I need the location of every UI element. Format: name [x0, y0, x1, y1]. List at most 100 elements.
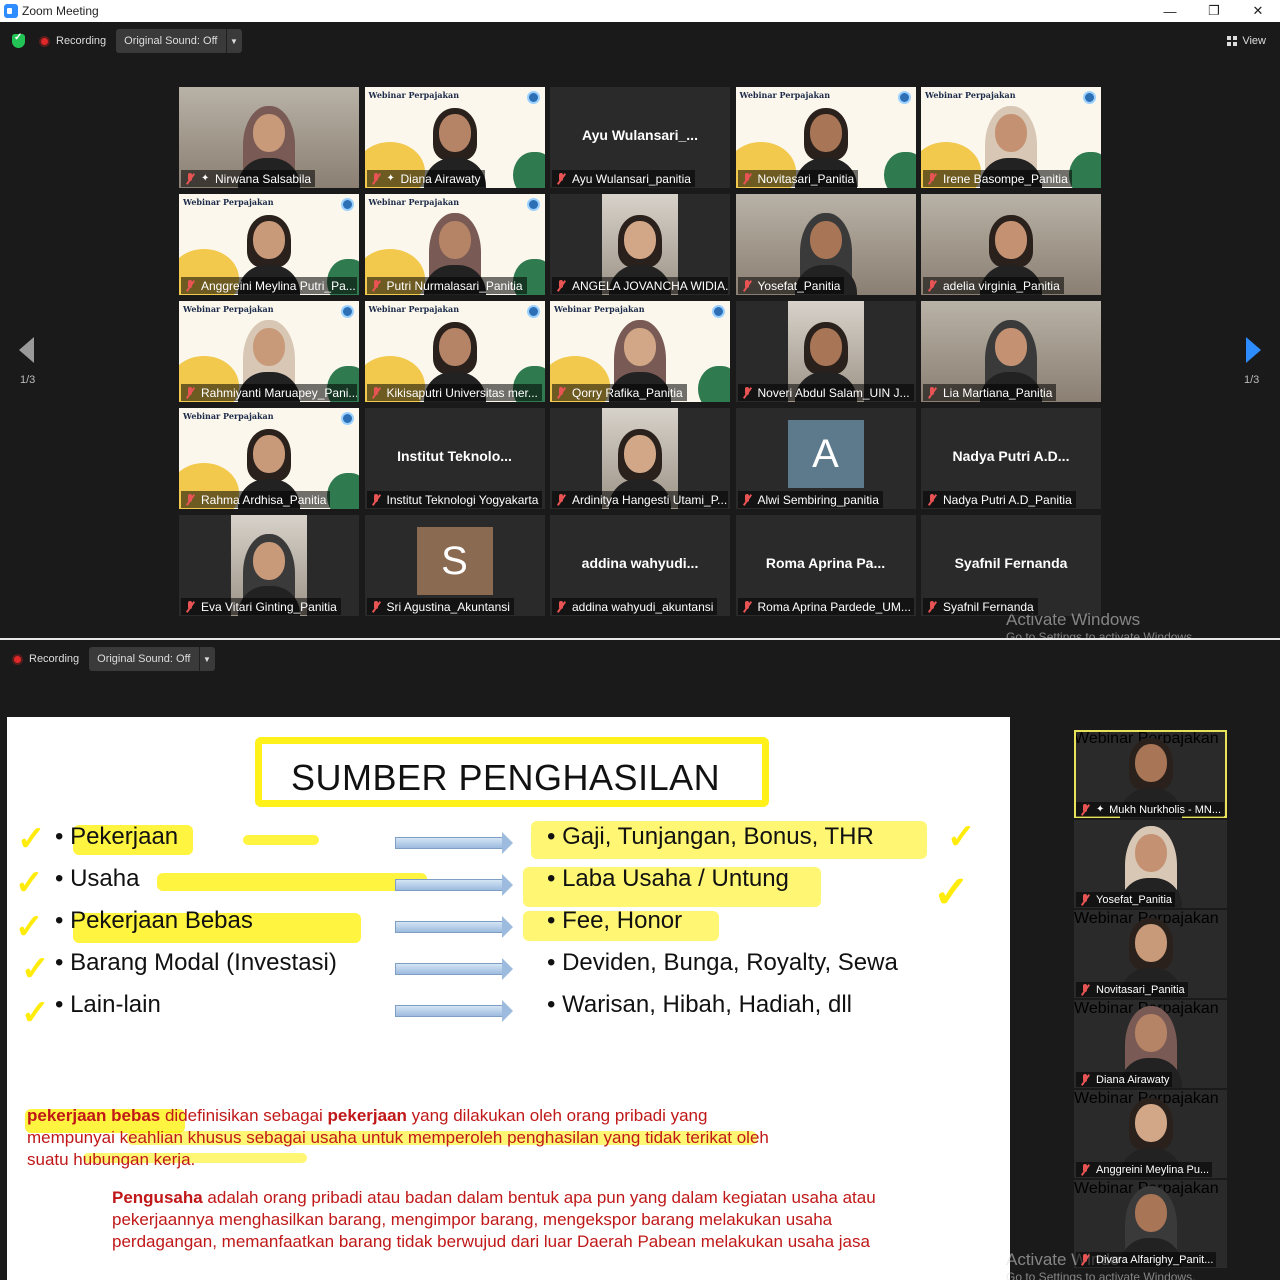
participant-tile[interactable]: Webinar Perpajakan Rahmiyanti Maruapey_Pa…	[179, 301, 359, 402]
participant-tile[interactable]: Roma Aprina Pa... Roma Aprina Pardede_UM.…	[735, 515, 916, 616]
right-arrow-icon	[395, 958, 513, 980]
shared-screen-slide: SUMBER PENGHASILAN ✓ ✓ ✓ ✓ ✓ ✓ ✓ Pekerja…	[7, 717, 1010, 1280]
participant-tile[interactable]: Webinar Perpajakan Anggreini Meylina Pu..…	[1074, 1090, 1227, 1178]
participant-tile[interactable]: Webinar Perpajakan Putri Nurmalasari_Pani…	[364, 194, 545, 295]
participant-tile[interactable]: Webinar Perpajakan Irene Basompe_Panitia	[921, 87, 1101, 188]
previous-page-arrow-icon[interactable]	[19, 337, 34, 363]
participant-tile[interactable]: Eva Vitari Ginting_Panitia	[179, 515, 359, 616]
face-shape	[809, 328, 842, 366]
participant-tile[interactable]: Webinar Perpajakan ✦ Diana Airawaty	[364, 87, 545, 188]
participant-tile[interactable]: adelia virginia_Panitia	[921, 194, 1101, 295]
participant-tile[interactable]: Lia Martiana_Panitia	[921, 301, 1101, 402]
participant-tile[interactable]: Webinar Perpajakan Divara Alfarighy_Panit…	[1074, 1180, 1227, 1268]
original-sound-label-2[interactable]: Original Sound: Off	[89, 653, 198, 665]
participant-tile[interactable]: Syafnil Fernanda Syafnil Fernanda	[921, 515, 1101, 616]
recording-label-2: Recording	[29, 653, 80, 665]
face-shape	[438, 114, 471, 152]
minimize-button[interactable]: —	[1148, 0, 1192, 22]
university-logo-icon	[341, 198, 354, 211]
participant-tile[interactable]: Ayu Wulansari_... Ayu Wulansari_panitia	[550, 87, 730, 188]
participant-tile[interactable]: Webinar Perpajakan ✦ Mukh Nurkholis - MN..…	[1074, 730, 1227, 818]
close-button[interactable]: ✕	[1236, 0, 1280, 22]
participant-name: Anggreini Meylina Pu...	[1096, 1163, 1210, 1176]
participant-tile[interactable]: Webinar Perpajakan Qorry Rafika_Panitia	[550, 301, 730, 402]
webinar-banner-title: Webinar Perpajakan	[554, 304, 645, 314]
participant-name: Qorry Rafika_Panitia	[572, 385, 683, 400]
right-arrow-icon	[395, 874, 513, 896]
right-arrow-icon	[395, 1000, 513, 1022]
participant-display-name: Roma Aprina Pa...	[765, 555, 886, 571]
participant-name-label: Ayu Wulansari_panitia	[552, 170, 695, 187]
participant-tile[interactable]: Webinar Perpajakan Novitasari_Panitia	[735, 87, 916, 188]
participant-name: adelia virginia_Panitia	[943, 278, 1060, 293]
participant-tile[interactable]: Webinar Perpajakan Diana Airawaty	[1074, 1000, 1227, 1088]
participant-name-label: Alwi Sembiring_panitia	[737, 491, 883, 508]
pin-icon: ✦	[201, 173, 210, 184]
recording-indicator-2[interactable]: Recording	[12, 653, 79, 665]
definition-text: adalah orang pribadi atau badan dalam be…	[112, 1188, 876, 1251]
original-sound-control-2[interactable]: Original Sound: Off ▼	[89, 647, 215, 671]
muted-mic-icon	[1078, 983, 1092, 997]
participant-tile[interactable]: Yosefat_Panitia	[1074, 820, 1227, 908]
chevron-down-icon[interactable]: ▼	[225, 29, 242, 53]
check-mark-annotation: ✓	[933, 868, 970, 917]
muted-mic-icon	[1078, 893, 1092, 907]
view-button[interactable]: View	[1227, 35, 1266, 47]
participant-tile[interactable]: S Sri Agustina_Akuntansi	[364, 515, 545, 616]
participant-tile[interactable]: Nadya Putri A.D... Nadya Putri A.D_Paniti…	[921, 408, 1101, 509]
restore-button[interactable]: ❐	[1192, 0, 1236, 22]
definition-term-2: pekerjaan	[327, 1106, 407, 1125]
participant-name-label: Rahmiyanti Maruapey_Pani...	[181, 384, 357, 401]
participant-tile[interactable]: Yosefat_Panitia	[735, 194, 916, 295]
webinar-banner-title: Webinar Perpajakan	[183, 197, 274, 207]
muted-mic-icon	[369, 600, 383, 614]
participant-tile[interactable]: Ardinitya Hangesti Utami_P...	[550, 408, 730, 509]
participant-tile[interactable]: A Alwi Sembiring_panitia	[735, 408, 916, 509]
university-logo-icon	[526, 305, 540, 318]
participant-tile[interactable]: ✦ Nirwana Salsabila	[179, 87, 359, 188]
participant-name-label: ✦ Diana Airawaty	[366, 170, 485, 187]
original-sound-control[interactable]: Original Sound: Off ▼	[116, 29, 242, 53]
webinar-banner-title: Webinar Perpajakan	[368, 90, 460, 100]
shield-icon[interactable]	[12, 32, 25, 48]
muted-mic-icon	[740, 493, 754, 507]
participant-name: Rahmiyanti Maruapey_Pani...	[201, 385, 357, 400]
muted-mic-icon	[554, 279, 568, 293]
participant-name-label: Novitasari_Panitia	[1076, 982, 1188, 997]
face-shape	[995, 221, 1027, 259]
participant-tile[interactable]: Webinar Perpajakan Anggreini Meylina Putr…	[179, 194, 359, 295]
participant-name-label: Yosefat_Panitia	[737, 277, 845, 294]
participant-name-label: addina wahyudi_akuntansi	[552, 598, 718, 615]
original-sound-label[interactable]: Original Sound: Off	[116, 35, 225, 47]
participant-tile[interactable]: addina wahyudi... addina wahyudi_akuntans…	[550, 515, 730, 616]
watermark-subtitle: Go to Settings to activate Windows.	[1006, 630, 1196, 638]
participant-name: Nadya Putri A.D_Panitia	[943, 492, 1072, 507]
participant-tile[interactable]: Noveri Abdul Salam_UIN J...	[735, 301, 916, 402]
face-shape	[1134, 1014, 1167, 1052]
face-shape	[809, 221, 842, 259]
grid-icon	[1227, 36, 1238, 46]
next-page-arrow-icon[interactable]	[1246, 337, 1261, 363]
face-shape	[438, 221, 471, 259]
participant-tile[interactable]: Webinar Perpajakan Kikisaputri Universita…	[364, 301, 545, 402]
participant-name: Sri Agustina_Akuntansi	[386, 599, 510, 614]
university-logo-icon	[712, 305, 725, 318]
participant-tile[interactable]: Institut Teknolo... Institut Teknologi Yo…	[364, 408, 545, 509]
participant-tile[interactable]: Webinar Perpajakan Rahma Ardhisa_Panitia	[179, 408, 359, 509]
muted-mic-icon	[1078, 803, 1092, 817]
participant-display-name: Syafnil Fernanda	[954, 555, 1068, 571]
chevron-down-icon[interactable]: ▼	[198, 647, 215, 671]
participant-name: Ayu Wulansari_panitia	[572, 171, 691, 186]
participant-tile[interactable]: ANGELA JOVANCHA WIDIA...	[550, 194, 730, 295]
university-logo-icon	[526, 198, 540, 211]
face-shape	[253, 542, 285, 580]
muted-mic-icon	[554, 493, 568, 507]
check-mark-annotation: ✓	[17, 820, 46, 858]
recording-indicator[interactable]: Recording	[39, 35, 106, 47]
webinar-banner-title: Webinar Perpajakan	[183, 304, 274, 314]
avatar: S	[416, 527, 493, 595]
left-bullet: Barang Modal (Investasi)	[55, 949, 337, 977]
participant-tile[interactable]: Webinar Perpajakan Novitasari_Panitia	[1074, 910, 1227, 998]
muted-mic-icon	[369, 172, 383, 186]
definition-pengusaha: Pengusaha adalah orang pribadi atau bada…	[112, 1187, 932, 1253]
